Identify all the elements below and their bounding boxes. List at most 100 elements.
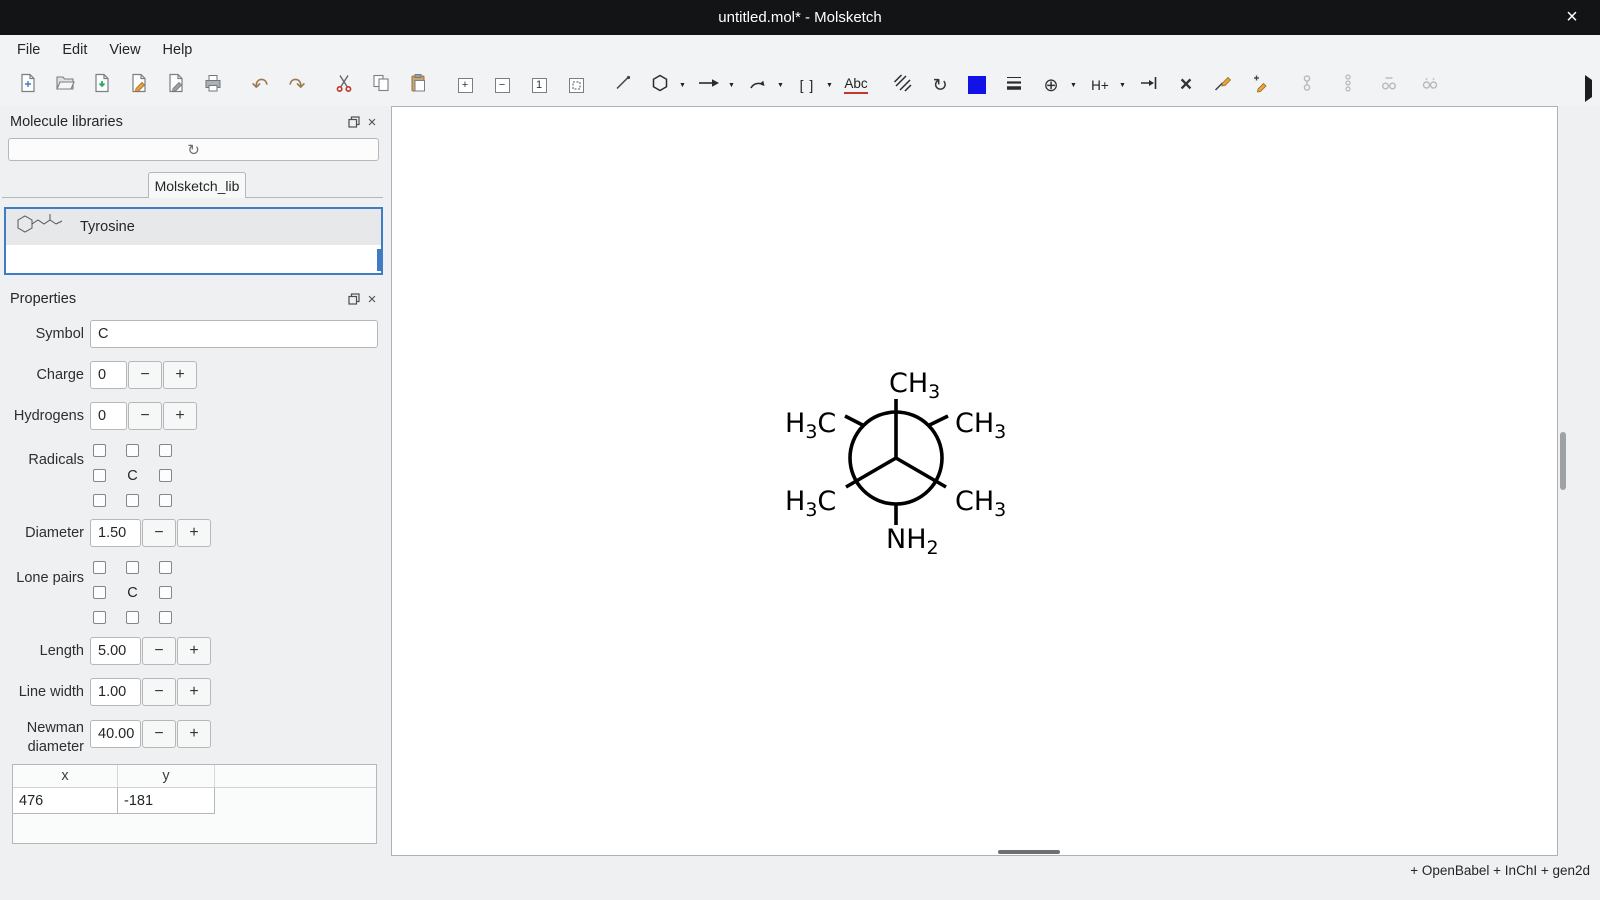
hydrogen-plus-button[interactable]: H+ bbox=[1084, 69, 1116, 101]
diameter-value-input[interactable] bbox=[90, 519, 141, 547]
charge-dropdown-arrow[interactable]: ▼ bbox=[1068, 69, 1079, 101]
menu-view[interactable]: View bbox=[98, 38, 151, 62]
library-refresh-button[interactable]: ↻ bbox=[8, 138, 379, 161]
open-file-button[interactable] bbox=[49, 69, 81, 101]
line-width-decrement-button[interactable]: − bbox=[142, 678, 176, 706]
charge-plus-button[interactable]: ⊕ bbox=[1035, 69, 1067, 101]
zoom-original-button[interactable]: 1 bbox=[523, 69, 555, 101]
toolbar-overflow-button[interactable] bbox=[1585, 80, 1592, 98]
menu-file[interactable]: File bbox=[6, 38, 51, 62]
delete-tool-button[interactable]: × bbox=[1170, 69, 1202, 101]
close-panel-icon[interactable]: × bbox=[363, 113, 381, 131]
lone-pair-checkbox[interactable] bbox=[93, 586, 106, 599]
radical-checkbox[interactable] bbox=[159, 469, 172, 482]
cut-button[interactable] bbox=[328, 69, 360, 101]
newman-diameter-value-input[interactable] bbox=[90, 720, 141, 748]
radical-checkbox[interactable] bbox=[93, 444, 106, 457]
newman-projection-molecule[interactable]: CH3 H3C CH3 H3C CH3 NH2 bbox=[782, 359, 1022, 559]
float-panel-icon[interactable] bbox=[345, 113, 363, 131]
lone-pair-checkbox[interactable] bbox=[126, 611, 139, 624]
radical-checkbox[interactable] bbox=[93, 469, 106, 482]
cell-x-value[interactable]: 476 bbox=[13, 788, 118, 814]
export-file-button[interactable] bbox=[160, 69, 192, 101]
ring-dropdown-arrow[interactable]: ▼ bbox=[677, 69, 688, 101]
horizontal-scrollbar-handle[interactable] bbox=[998, 850, 1060, 854]
rotate-tool-button[interactable]: ↻ bbox=[924, 69, 956, 101]
atom-label-top[interactable]: CH3 bbox=[889, 368, 940, 403]
draw-bond-button[interactable] bbox=[607, 69, 639, 101]
atom-label-lower-right[interactable]: CH3 bbox=[955, 486, 1006, 521]
radical-checkbox[interactable] bbox=[126, 444, 139, 457]
save-as-file-button[interactable] bbox=[123, 69, 155, 101]
bracket-dropdown-arrow[interactable]: ▼ bbox=[824, 69, 835, 101]
radical-checkbox[interactable] bbox=[93, 494, 106, 507]
back-bond-upper-right[interactable] bbox=[929, 416, 949, 426]
lone-pair-checkbox[interactable] bbox=[159, 561, 172, 574]
arrow-dropdown-arrow[interactable]: ▼ bbox=[726, 69, 737, 101]
newman-diameter-decrement-button[interactable]: − bbox=[142, 720, 176, 748]
flip-horizontal-button[interactable] bbox=[1133, 69, 1165, 101]
print-button[interactable] bbox=[197, 69, 229, 101]
new-file-button[interactable] bbox=[12, 69, 44, 101]
draw-arrow-button[interactable] bbox=[693, 69, 725, 101]
copy-button[interactable] bbox=[365, 69, 397, 101]
color-picker-button[interactable] bbox=[961, 69, 993, 101]
atom-label-upper-right[interactable]: CH3 bbox=[955, 408, 1006, 443]
radical-checkbox[interactable] bbox=[159, 444, 172, 457]
close-panel-icon[interactable]: × bbox=[363, 290, 381, 308]
line-width-button[interactable] bbox=[998, 69, 1030, 101]
draw-ring-button[interactable] bbox=[644, 69, 676, 101]
paste-button[interactable] bbox=[402, 69, 434, 101]
atom-label-bottom[interactable]: NH2 bbox=[886, 524, 939, 559]
draw-curved-arrow-button[interactable] bbox=[742, 69, 774, 101]
diameter-decrement-button[interactable]: − bbox=[142, 519, 176, 547]
undo-button[interactable]: ↶ bbox=[244, 69, 276, 101]
save-file-button[interactable] bbox=[86, 69, 118, 101]
hydrogens-value-input[interactable] bbox=[90, 402, 127, 430]
hydrogens-decrement-button[interactable]: − bbox=[128, 402, 162, 430]
newman-diameter-increment-button[interactable]: + bbox=[177, 720, 211, 748]
radical-checkbox[interactable] bbox=[159, 494, 172, 507]
vertical-scrollbar-handle[interactable] bbox=[1560, 432, 1566, 490]
zoom-fit-button[interactable] bbox=[560, 69, 592, 101]
lone-pair-checkbox[interactable] bbox=[159, 611, 172, 624]
length-decrement-button[interactable]: − bbox=[142, 637, 176, 665]
diameter-increment-button[interactable]: + bbox=[177, 519, 211, 547]
lone-pair-checkbox[interactable] bbox=[93, 561, 106, 574]
line-width-increment-button[interactable]: + bbox=[177, 678, 211, 706]
library-scrollbar-handle[interactable] bbox=[377, 249, 381, 271]
charge-decrement-button[interactable]: − bbox=[128, 361, 162, 389]
tab-molsketch-lib[interactable]: Molsketch_lib bbox=[148, 172, 246, 198]
hatch-tool-button[interactable] bbox=[887, 69, 919, 101]
lone-pair-checkbox[interactable] bbox=[126, 561, 139, 574]
zoom-in-button[interactable]: + bbox=[449, 69, 481, 101]
radical-checkbox[interactable] bbox=[126, 494, 139, 507]
edit-bond-button[interactable] bbox=[1207, 69, 1239, 101]
menu-help[interactable]: Help bbox=[152, 38, 204, 62]
lone-pair-checkbox[interactable] bbox=[93, 611, 106, 624]
atom-label-upper-left[interactable]: H3C bbox=[785, 408, 836, 443]
drawing-canvas[interactable]: CH3 H3C CH3 H3C CH3 NH2 bbox=[391, 106, 1558, 856]
length-increment-button[interactable]: + bbox=[177, 637, 211, 665]
back-bond-upper-left[interactable] bbox=[845, 416, 864, 426]
hydrogen-dropdown-arrow[interactable]: ▼ bbox=[1117, 69, 1128, 101]
charge-increment-button[interactable]: + bbox=[163, 361, 197, 389]
length-value-input[interactable] bbox=[90, 637, 141, 665]
lone-pair-checkbox[interactable] bbox=[159, 586, 172, 599]
zoom-out-button[interactable]: − bbox=[486, 69, 518, 101]
atom-label-lower-left[interactable]: H3C bbox=[785, 486, 836, 521]
edit-charge-button[interactable] bbox=[1244, 69, 1276, 101]
redo-button[interactable]: ↷ bbox=[281, 69, 313, 101]
float-panel-icon[interactable] bbox=[345, 290, 363, 308]
hydrogens-increment-button[interactable]: + bbox=[163, 402, 197, 430]
curved-arrow-dropdown-arrow[interactable]: ▼ bbox=[775, 69, 786, 101]
window-close-button[interactable]: × bbox=[1554, 0, 1590, 35]
library-list[interactable]: Tyrosine bbox=[4, 207, 383, 275]
line-width-value-input[interactable] bbox=[90, 678, 141, 706]
list-item-tyrosine[interactable]: Tyrosine bbox=[6, 209, 381, 245]
cell-y-value[interactable]: -181 bbox=[118, 788, 215, 814]
draw-text-button[interactable]: Abc bbox=[840, 69, 872, 101]
symbol-input[interactable] bbox=[90, 320, 378, 348]
draw-bracket-button[interactable]: [ ] bbox=[791, 69, 823, 101]
charge-value-input[interactable] bbox=[90, 361, 127, 389]
